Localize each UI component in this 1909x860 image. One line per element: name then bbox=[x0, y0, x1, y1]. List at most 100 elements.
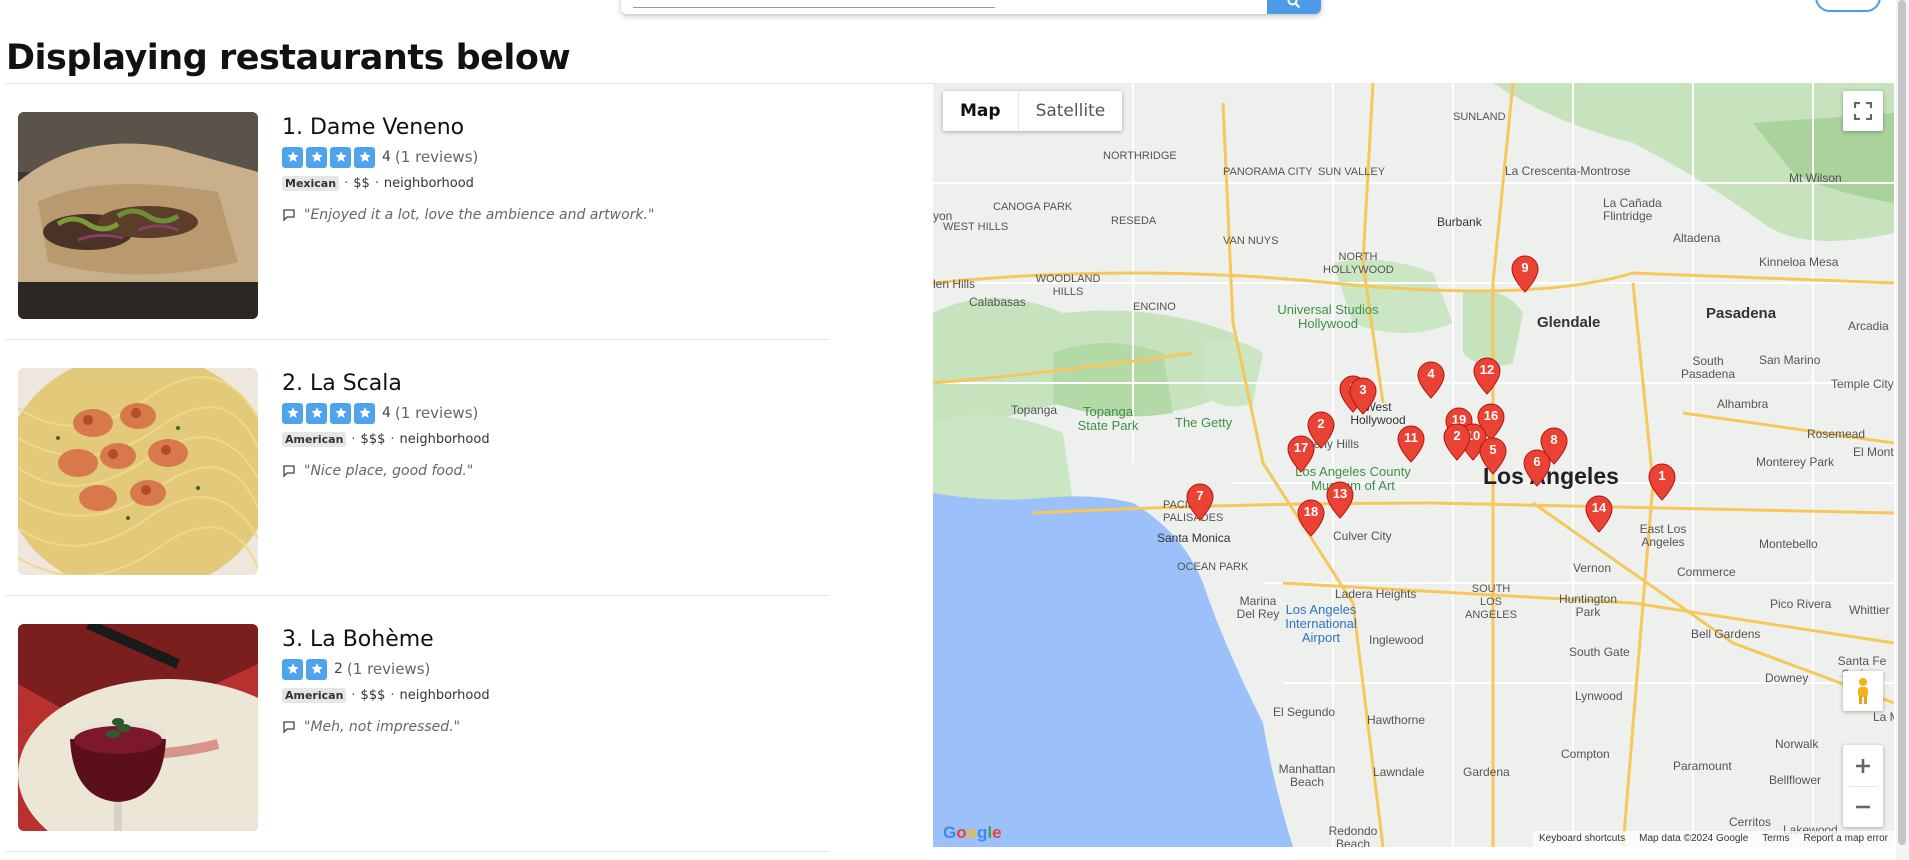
cuisine-tag: American bbox=[282, 432, 347, 447]
map-label: SOUTH LOS ANGELES bbox=[1465, 583, 1517, 621]
restaurant-name[interactable]: 2. La Scala bbox=[282, 370, 490, 398]
street-view-pegman[interactable] bbox=[1843, 671, 1883, 711]
map-pin[interactable]: 17 bbox=[1287, 435, 1315, 473]
star-icon bbox=[330, 402, 351, 424]
star-icon bbox=[330, 146, 351, 168]
terms-link[interactable]: Terms bbox=[1762, 831, 1789, 847]
map-label: El Segundo bbox=[1273, 705, 1336, 719]
review-text: "Meh, not impressed." bbox=[304, 719, 461, 735]
map-label: Huntington Park bbox=[1558, 592, 1618, 619]
map-label: South Pasadena bbox=[1680, 354, 1736, 381]
map-pin[interactable]: 18 bbox=[1297, 499, 1325, 537]
google-logo[interactable]: Google bbox=[943, 823, 1002, 843]
tab-satellite[interactable]: Satellite bbox=[1019, 91, 1123, 131]
map-label: Universal Studios Hollywood bbox=[1277, 302, 1379, 331]
search-button[interactable] bbox=[1267, 0, 1321, 14]
logo-letter: o bbox=[956, 823, 967, 842]
restaurant-card[interactable]: 1. Dame Veneno 4 (1 reviews) Mexican · $… bbox=[6, 84, 828, 340]
map-label: SUN VALLEY bbox=[1318, 166, 1386, 178]
map-label: Lawndale bbox=[1373, 765, 1425, 779]
map-pin[interactable]: 11 bbox=[1397, 425, 1425, 463]
map-label: len Hills bbox=[933, 277, 976, 291]
tab-map[interactable]: Map bbox=[943, 91, 1019, 131]
restaurant-card[interactable]: 2. La Scala 4 (1 reviews) American · $$$… bbox=[6, 340, 828, 596]
restaurant-photo[interactable] bbox=[18, 112, 258, 319]
page-title: Displaying restaurants below bbox=[6, 38, 571, 78]
star-icon bbox=[282, 658, 303, 680]
map-pin[interactable]: 14 bbox=[1585, 495, 1613, 533]
map-label: CANOGA PARK bbox=[993, 201, 1073, 213]
restaurant-meta: American · $$$ · neighborhood bbox=[282, 688, 490, 703]
search-icon bbox=[1287, 0, 1301, 9]
map-label: Topanga bbox=[1011, 403, 1058, 417]
restaurant-photo[interactable] bbox=[18, 368, 258, 575]
keyboard-shortcuts-link[interactable]: Keyboard shortcuts bbox=[1539, 831, 1625, 847]
map-label: WOODLAND HILLS bbox=[1035, 273, 1101, 298]
map-label: Pasadena bbox=[1706, 305, 1777, 322]
map-pin[interactable]: 5 bbox=[1479, 437, 1507, 475]
price-level: $$$ bbox=[360, 432, 386, 447]
map-label: Manhattan Beach bbox=[1278, 762, 1336, 789]
review-count: (1 reviews) bbox=[346, 660, 431, 678]
report-error-link[interactable]: Report a map error bbox=[1804, 831, 1888, 847]
restaurant-card[interactable]: 3. La Bohème 2 (1 reviews) American · $$… bbox=[6, 596, 828, 852]
map-pin[interactable]: 12 bbox=[1473, 357, 1501, 395]
rating-value: 4 bbox=[382, 149, 391, 165]
cuisine-tag: Mexican bbox=[282, 176, 340, 191]
map-label: Topanga State Park bbox=[1077, 404, 1139, 433]
search-bar[interactable] bbox=[621, 0, 1321, 14]
rating-value: 2 bbox=[334, 661, 343, 677]
map-pin[interactable]: 4 bbox=[1417, 361, 1445, 399]
map-pin[interactable]: 1 bbox=[1648, 463, 1676, 501]
map-pin[interactable]: 13 bbox=[1326, 481, 1354, 519]
restaurant-type: neighborhood bbox=[399, 432, 490, 447]
map-label: RESEDA bbox=[1111, 215, 1157, 227]
map-label: Kinneloa Mesa bbox=[1759, 255, 1839, 269]
scrollbar-thumb[interactable] bbox=[1898, 0, 1906, 845]
map-label: The Getty bbox=[1175, 415, 1233, 430]
fullscreen-button[interactable] bbox=[1843, 91, 1883, 131]
map-label: El Monte bbox=[1853, 445, 1894, 459]
map-label: Norwalk bbox=[1775, 737, 1819, 751]
rating-value: 4 bbox=[382, 405, 391, 421]
map-label: Inglewood bbox=[1369, 633, 1424, 647]
logo-letter: o bbox=[966, 823, 978, 842]
restaurant-name[interactable]: 3. La Bohème bbox=[282, 626, 490, 654]
map-type-control: Map Satellite bbox=[943, 91, 1123, 131]
rating-row: 4 (1 reviews) bbox=[282, 402, 490, 424]
comment-icon bbox=[283, 465, 295, 478]
map-label: South Gate bbox=[1569, 645, 1630, 659]
search-input-underline[interactable] bbox=[633, 7, 995, 8]
map-view[interactable]: SUNLAND NORTHRIDGE PANORAMA CITY SUN VAL… bbox=[933, 83, 1894, 847]
map-label: Glendale bbox=[1537, 314, 1601, 331]
map-label: VAN NUYS bbox=[1223, 235, 1279, 247]
review-text: "Nice place, good food." bbox=[304, 463, 474, 479]
plus-icon bbox=[1856, 758, 1870, 773]
map-label: NORTHRIDGE bbox=[1103, 150, 1177, 162]
menu-button[interactable] bbox=[1815, 0, 1881, 12]
map-label: Culver City bbox=[1333, 529, 1392, 543]
map-pin[interactable]: 2 bbox=[1443, 423, 1471, 461]
zoom-out-button[interactable] bbox=[1843, 786, 1883, 827]
review-count: (1 reviews) bbox=[394, 148, 479, 166]
pegman-icon bbox=[1858, 678, 1868, 704]
star-icon bbox=[306, 658, 327, 680]
star-icon bbox=[282, 402, 303, 424]
star-icon bbox=[282, 146, 303, 168]
map-pin[interactable]: 3 bbox=[1349, 377, 1377, 415]
cuisine-tag: American bbox=[282, 688, 347, 703]
map-pin[interactable]: 9 bbox=[1511, 255, 1539, 293]
map-pin[interactable]: 6 bbox=[1523, 449, 1551, 487]
restaurant-info: 3. La Bohème 2 (1 reviews) American · $$… bbox=[282, 626, 490, 735]
restaurant-photo[interactable] bbox=[18, 624, 258, 831]
comment-icon bbox=[283, 721, 295, 734]
separator: · bbox=[390, 688, 395, 703]
zoom-in-button[interactable] bbox=[1843, 745, 1883, 786]
map-label: Santa Monica bbox=[1157, 531, 1231, 545]
logo-letter: g bbox=[977, 823, 988, 842]
restaurant-name[interactable]: 1. Dame Veneno bbox=[282, 114, 654, 142]
map-pin[interactable]: 7 bbox=[1186, 483, 1214, 521]
restaurant-list: 1. Dame Veneno 4 (1 reviews) Mexican · $… bbox=[6, 84, 828, 852]
restaurant-meta: American · $$$ · neighborhood bbox=[282, 432, 490, 447]
map-label: Paramount bbox=[1673, 759, 1732, 773]
